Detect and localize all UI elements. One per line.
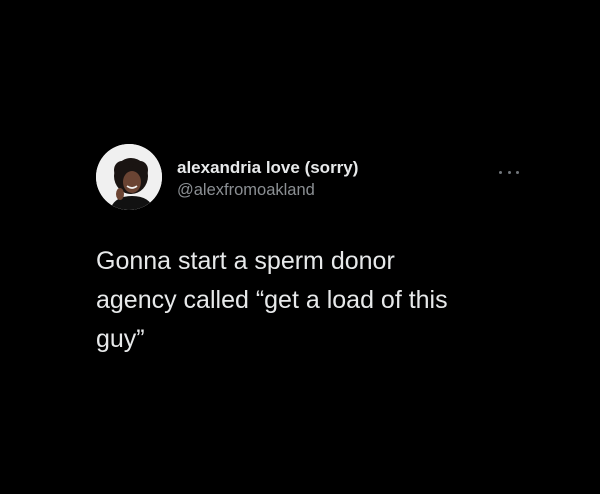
more-options-icon[interactable] <box>499 168 519 176</box>
dot-icon <box>516 170 519 174</box>
dot-icon <box>499 170 502 174</box>
tweet-header: alexandria love (sorry) @alexfromoakland <box>96 144 526 214</box>
page: alexandria love (sorry) @alexfromoakland… <box>0 0 600 494</box>
tweet-text: Gonna start a sperm donor agency called … <box>96 247 448 353</box>
tweet-card: alexandria love (sorry) @alexfromoakland… <box>96 144 526 353</box>
author-display-name[interactable]: alexandria love (sorry) <box>177 158 358 178</box>
author-names: alexandria love (sorry) @alexfromoakland <box>177 158 358 200</box>
author-handle[interactable]: @alexfromoakland <box>177 180 358 200</box>
avatar[interactable] <box>96 144 162 210</box>
dot-icon <box>507 170 511 174</box>
profile-photo-icon <box>96 144 162 210</box>
